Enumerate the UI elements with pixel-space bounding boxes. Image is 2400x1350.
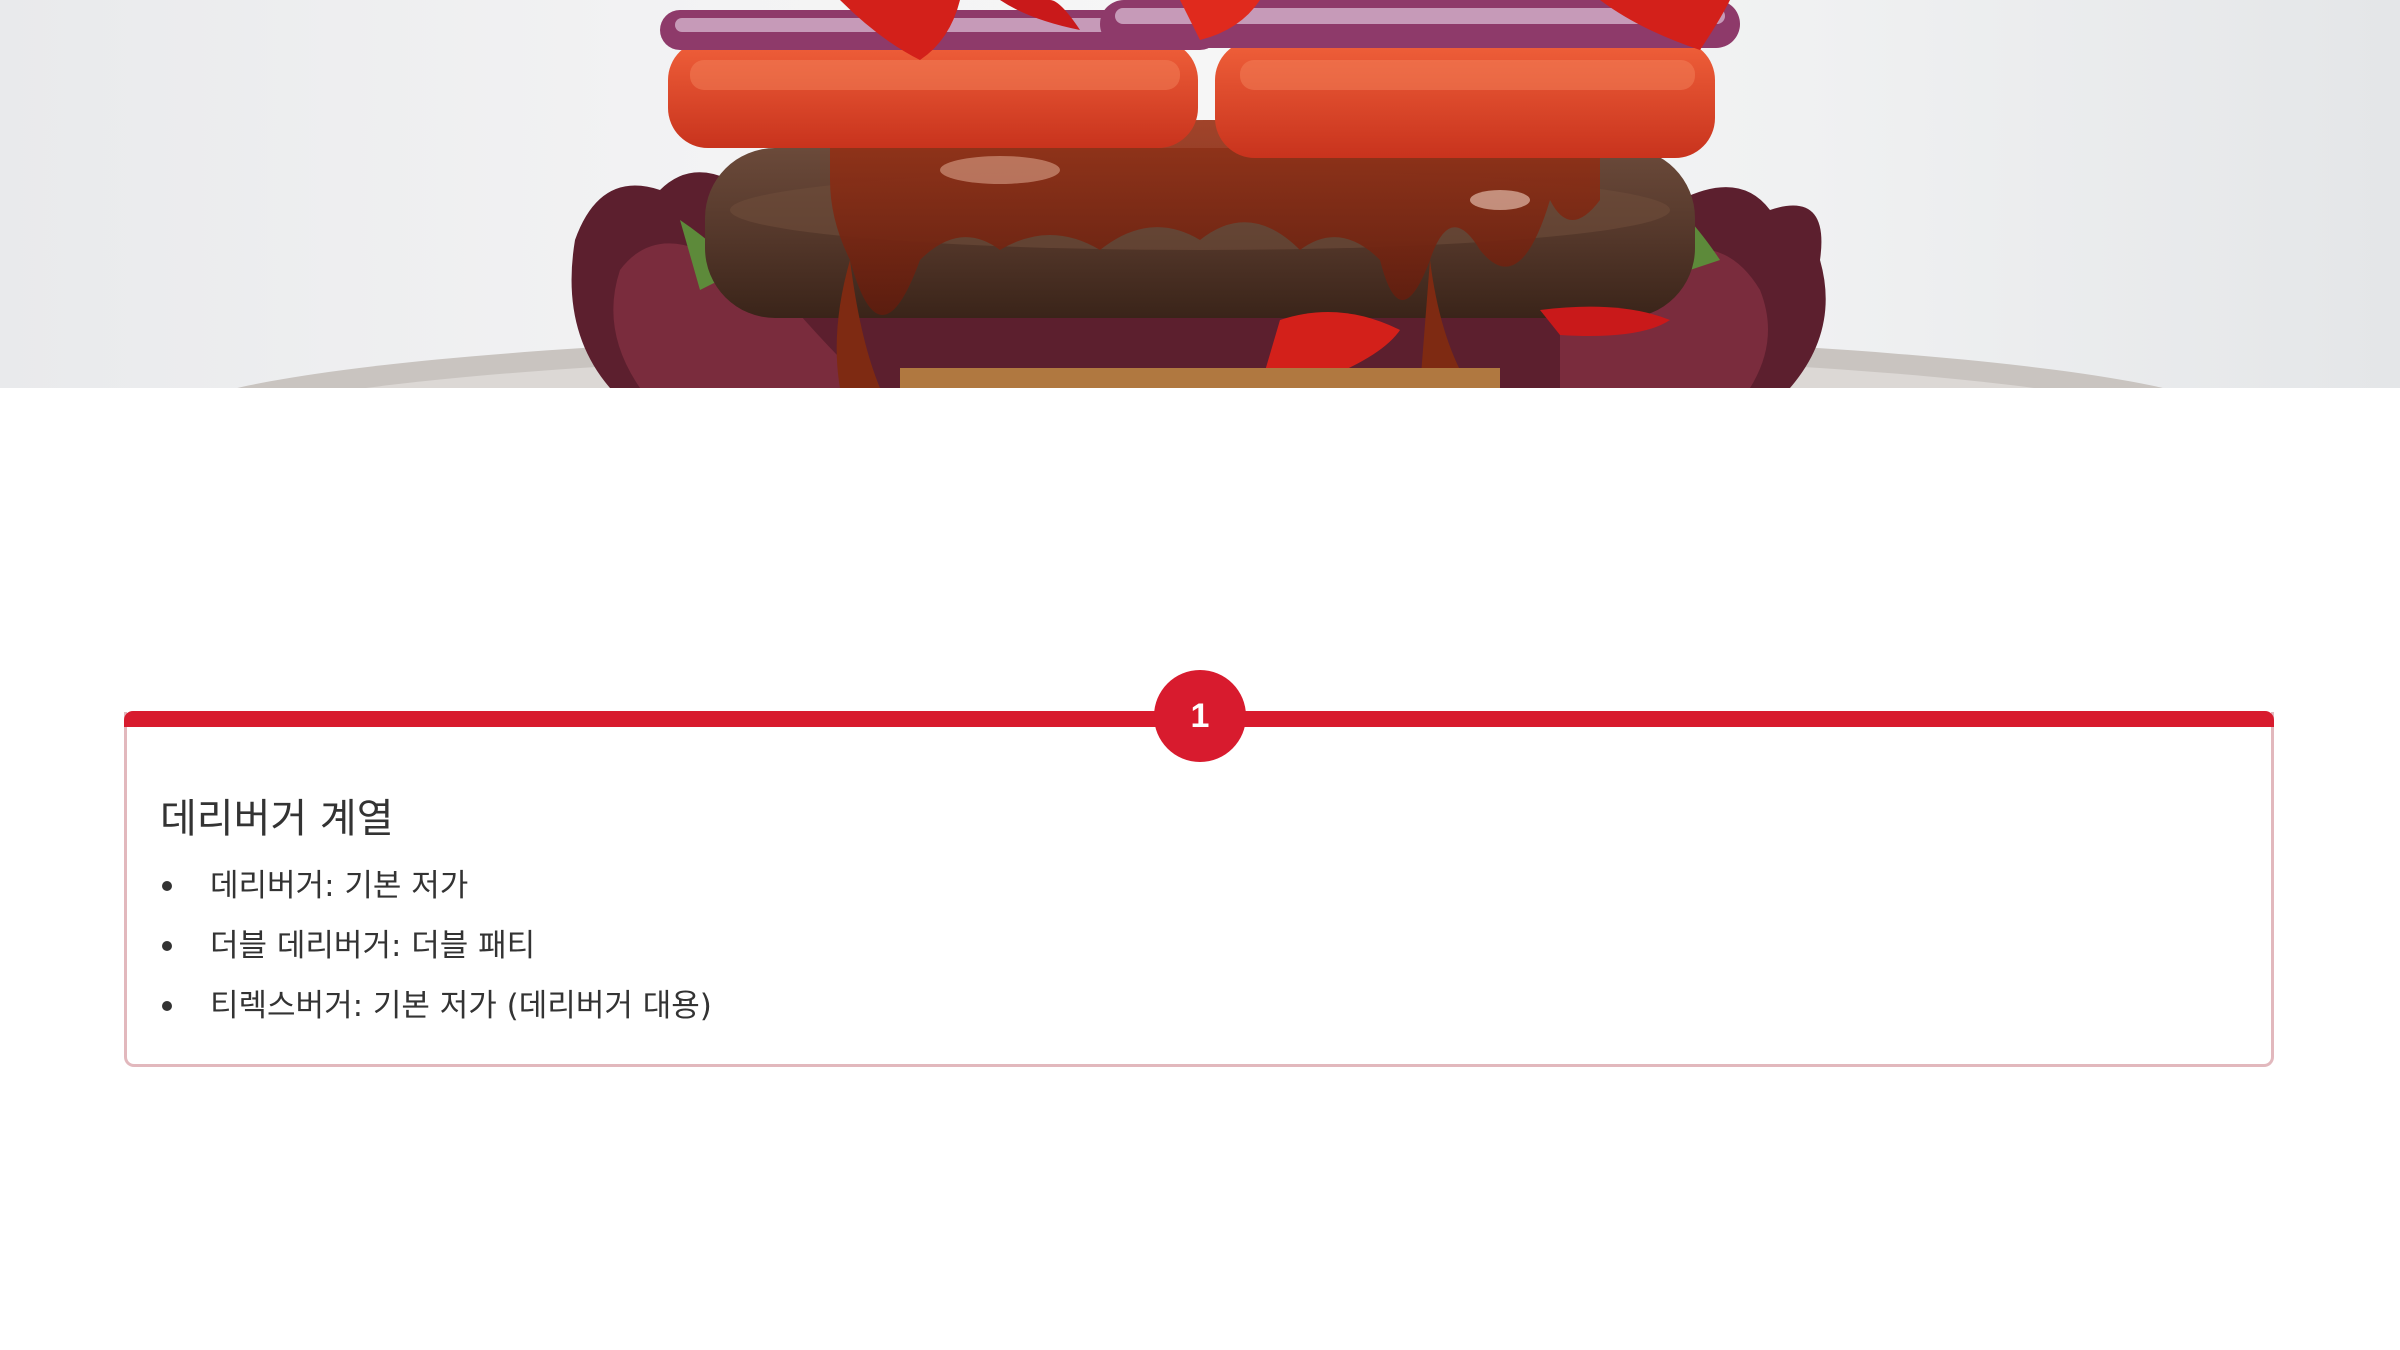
- list-item: 티렉스버거: 기본 저가 (데리버거 대용): [160, 982, 712, 1042]
- list-item: 더블 데리버거: 더블 패티: [160, 922, 712, 982]
- list-item: 데리버거: 기본 저가: [160, 862, 712, 922]
- list-item-text: 더블 데리버거: 더블 패티: [210, 928, 536, 964]
- hero-image: [0, 0, 2400, 388]
- burger-photo: [237, 0, 2163, 388]
- list-item-text: 티렉스버거: 기본 저가 (데리버거 대용): [210, 988, 712, 1024]
- list-item-text: 데리버거: 기본 저가: [210, 868, 469, 904]
- bullet-icon: [162, 1001, 172, 1011]
- section-number-badge: 1: [1154, 670, 1246, 762]
- bullet-icon: [162, 881, 172, 891]
- card-title: 데리버거 계열: [160, 796, 394, 842]
- card-item-list: 데리버거: 기본 저가 더블 데리버거: 더블 패티 티렉스버거: 기본 저가 …: [160, 862, 712, 1042]
- bullet-icon: [162, 941, 172, 951]
